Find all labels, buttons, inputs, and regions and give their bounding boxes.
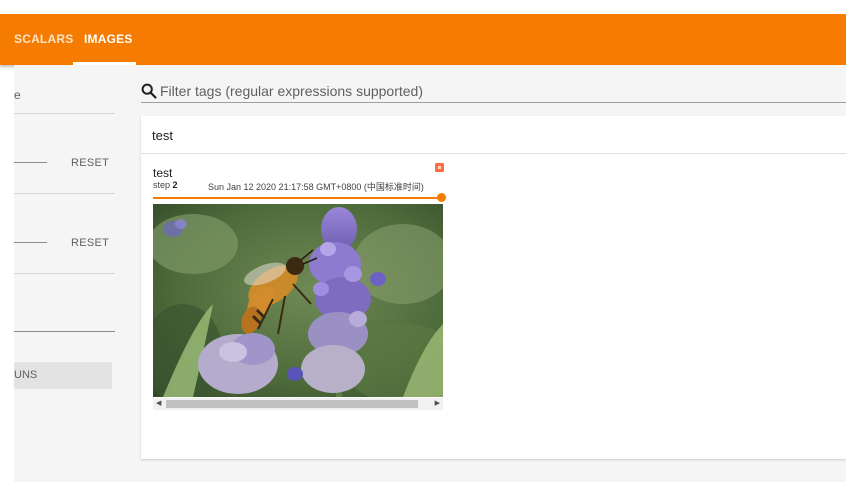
brightness-slider[interactable] bbox=[14, 162, 47, 163]
reset-brightness-button[interactable]: RESET bbox=[71, 157, 109, 169]
bee-lavender-image bbox=[153, 204, 443, 397]
sidebar-top-label: e bbox=[14, 88, 21, 102]
divider bbox=[14, 273, 115, 274]
card-tag-name: test bbox=[153, 166, 173, 180]
summary-image bbox=[153, 204, 443, 397]
wall-time: Sun Jan 12 2020 21:17:58 GMT+0800 (中国标准时… bbox=[208, 182, 424, 192]
step-value: 2 bbox=[172, 180, 178, 190]
fullscreen-icon[interactable] bbox=[435, 163, 444, 172]
toggle-runs-button[interactable]: UNS bbox=[14, 362, 112, 389]
main-content: test test step 2 Sun Jan 12 2020 21:17:5… bbox=[129, 65, 846, 482]
runs-filter-input-underline[interactable] bbox=[14, 331, 115, 332]
top-navigation-bar: SCALARS IMAGES bbox=[0, 14, 846, 65]
tag-group-title: test bbox=[152, 128, 173, 143]
step-slider-thumb[interactable] bbox=[437, 193, 446, 202]
image-card: test step 2 Sun Jan 12 2020 21:17:58 GMT… bbox=[153, 163, 446, 417]
step-slider-track[interactable] bbox=[153, 197, 441, 199]
tag-filter-input[interactable] bbox=[160, 80, 820, 102]
sidebar: e RESET RESET UNS bbox=[14, 65, 129, 482]
search-icon bbox=[141, 83, 157, 99]
tab-images[interactable]: IMAGES bbox=[84, 14, 133, 65]
scrollbar-thumb[interactable] bbox=[166, 400, 418, 408]
tag-filter bbox=[141, 80, 846, 103]
scroll-left-icon[interactable]: ◀ bbox=[156, 398, 161, 410]
divider bbox=[14, 193, 115, 194]
tag-group-panel: test test step 2 Sun Jan 12 2020 21:17:5… bbox=[141, 116, 846, 459]
runs-button-label: UNS bbox=[14, 369, 38, 381]
scroll-right-icon[interactable]: ▶ bbox=[435, 398, 440, 410]
tab-scalars[interactable]: SCALARS bbox=[14, 14, 73, 65]
step-label: step bbox=[153, 180, 171, 190]
step-indicator: step 2 bbox=[153, 180, 178, 190]
contrast-slider[interactable] bbox=[14, 242, 47, 243]
image-horizontal-scrollbar[interactable]: ◀ ▶ bbox=[153, 398, 443, 410]
divider bbox=[14, 113, 115, 114]
tag-group-header[interactable]: test bbox=[141, 116, 846, 154]
reset-contrast-button[interactable]: RESET bbox=[71, 237, 109, 249]
